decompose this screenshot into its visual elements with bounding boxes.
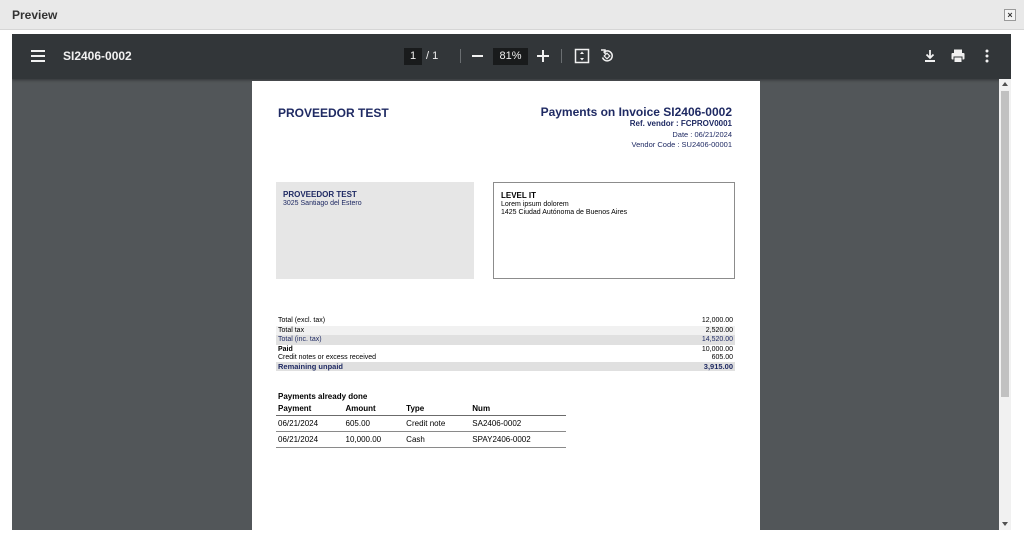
download-icon[interactable] xyxy=(922,48,938,64)
totals-label: Total tax xyxy=(278,326,305,334)
rotate-icon[interactable] xyxy=(599,48,615,64)
totals-row: Paid 10,000.00 xyxy=(276,345,735,353)
totals-row: Total tax 2,520.00 xyxy=(276,325,735,336)
payment-type: Cash xyxy=(404,431,471,448)
payment-amount: 10,000.00 xyxy=(343,431,405,448)
toolbar-divider xyxy=(561,49,562,63)
totals-label: Total (excl. tax) xyxy=(278,317,326,324)
invoice-date: Date : 06/21/2024 xyxy=(672,130,732,139)
payment-type: Credit note xyxy=(404,415,471,432)
pdf-viewer: SI2406-0002 1 / 1 81% PROVEEDOR TEST Pay… xyxy=(12,34,1011,530)
vendor-code: Vendor Code : SU2406-00001 xyxy=(631,140,733,149)
column-header: Amount xyxy=(343,402,405,416)
totals-label: Credit notes or excess received xyxy=(278,353,377,361)
supplier-name: PROVEEDOR TEST xyxy=(278,106,389,120)
scrollbar[interactable] xyxy=(999,79,1011,530)
document-title: SI2406-0002 xyxy=(63,49,132,63)
scroll-down-icon[interactable] xyxy=(1002,522,1008,526)
totals-row: Credit notes or excess received 605.00 xyxy=(276,353,735,362)
payments-table: Payment Amount Type Num 06/21/2024 605.0… xyxy=(276,402,566,448)
scroll-thumb[interactable] xyxy=(1001,91,1009,397)
table-row: 06/21/2024 10,000.00 Cash SPAY2406-0002 xyxy=(276,431,566,448)
payment-date: 06/21/2024 xyxy=(276,431,344,448)
totals-row: Remaining unpaid 3,915.00 xyxy=(276,361,735,372)
recipient-address-line: 1425 Ciudad Autónoma de Buenos Aires xyxy=(501,209,628,216)
scroll-up-icon[interactable] xyxy=(1002,82,1008,86)
menu-icon[interactable] xyxy=(31,50,45,62)
invoice-title: Payments on Invoice SI2406-0002 xyxy=(540,105,732,119)
table-row: 06/21/2024 605.00 Credit note SA2406-000… xyxy=(276,415,566,432)
payment-num: SA2406-0002 xyxy=(470,415,566,432)
ref-vendor: Ref. vendor : FCPROV0001 xyxy=(629,119,732,128)
sender-name: PROVEEDOR TEST xyxy=(283,190,357,199)
dialog-header: Preview × xyxy=(0,0,1024,30)
totals-row: Total (inc. tax) 14,520.00 xyxy=(276,335,735,345)
print-icon[interactable] xyxy=(950,48,966,64)
sender-address: PROVEEDOR TEST 3025 Santiago del Estero xyxy=(276,182,474,279)
zoom-out-icon[interactable] xyxy=(472,55,483,57)
column-header: Num xyxy=(470,402,566,416)
totals-value: 605.00 xyxy=(711,353,733,361)
page-number-input[interactable]: 1 xyxy=(404,48,422,65)
zoom-input[interactable]: 81% xyxy=(493,48,528,65)
recipient-address-line: Lorem ipsum dolorem xyxy=(501,201,569,208)
viewer-toolbar: SI2406-0002 1 / 1 81% xyxy=(12,34,1011,79)
column-header: Payment xyxy=(276,402,344,416)
totals-value: 12,000.00 xyxy=(701,317,733,324)
recipient-name: LEVEL IT xyxy=(501,191,536,200)
zoom-in-icon[interactable] xyxy=(537,50,549,62)
column-header: Type xyxy=(404,402,471,416)
sender-address-line: 3025 Santiago del Estero xyxy=(283,200,362,207)
more-icon[interactable] xyxy=(979,48,995,64)
totals-value: 2,520.00 xyxy=(705,326,733,334)
recipient-address: LEVEL IT Lorem ipsum dolorem 1425 Ciudad… xyxy=(493,182,735,279)
table-header-row: Payment Amount Type Num xyxy=(276,402,566,416)
toolbar-divider xyxy=(460,49,461,63)
payment-date: 06/21/2024 xyxy=(276,415,344,432)
totals-label: Total (inc. tax) xyxy=(278,336,322,344)
totals-row: Total (excl. tax) 12,000.00 xyxy=(276,316,735,326)
totals-label: Remaining unpaid xyxy=(278,361,344,371)
totals-value: 14,520.00 xyxy=(701,336,733,344)
payments-title: Payments already done xyxy=(278,392,368,401)
pdf-page: PROVEEDOR TEST Payments on Invoice SI240… xyxy=(252,81,760,530)
dialog-title: Preview xyxy=(12,8,58,22)
payment-amount: 605.00 xyxy=(343,415,405,432)
totals-value: 3,915.00 xyxy=(703,361,733,371)
payment-num: SPAY2406-0002 xyxy=(470,431,566,448)
totals-table: Total (excl. tax) 12,000.00 Total tax 2,… xyxy=(276,316,735,372)
page-count: / 1 xyxy=(426,50,439,62)
fit-page-icon[interactable] xyxy=(574,48,590,64)
close-icon[interactable]: × xyxy=(1004,9,1016,21)
